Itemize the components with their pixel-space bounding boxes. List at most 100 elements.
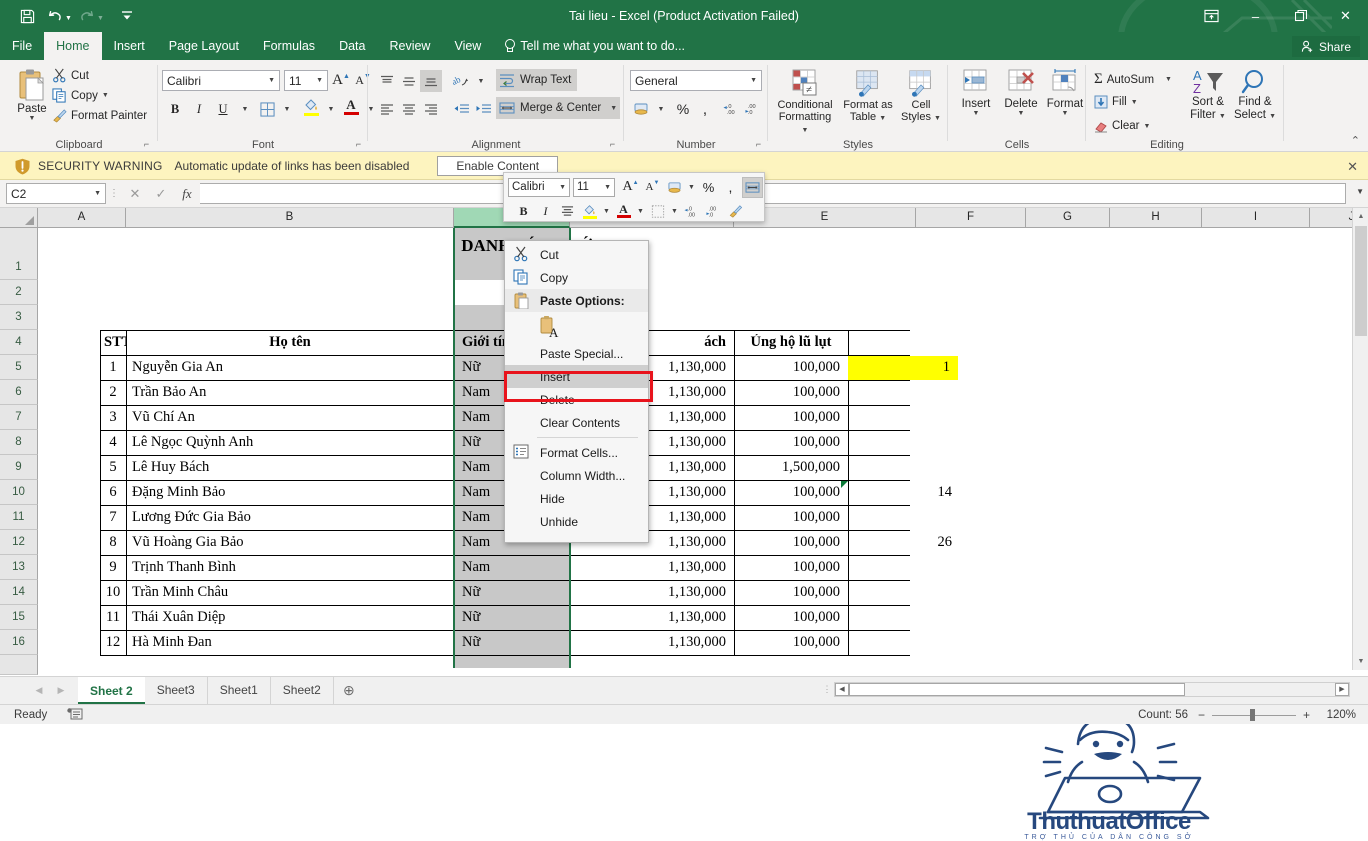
increase-font-size-button[interactable]: A ▲	[330, 69, 352, 91]
accounting-format-button[interactable]	[630, 98, 652, 120]
cell-gender[interactable]: Nam	[458, 559, 568, 576]
ribbon-display-options-icon[interactable]	[1189, 0, 1233, 32]
clear-button[interactable]: Clear ▼	[1094, 119, 1150, 133]
cell-stt[interactable]: 6	[100, 484, 126, 501]
sheet-tab-sheet2[interactable]: Sheet2	[271, 677, 334, 704]
cell-gender[interactable]: Nữ	[458, 609, 568, 626]
scroll-down-button[interactable]: ▼	[1353, 653, 1368, 670]
context-menu-item-hide[interactable]: Hide	[505, 487, 648, 510]
mini-font-size-caret[interactable]: ▼	[604, 184, 611, 191]
context-menu-item-delete[interactable]: Delete	[505, 388, 648, 411]
next-sheet-button[interactable]: ▶	[50, 680, 72, 702]
context-menu-item-insert[interactable]: Insert	[505, 365, 648, 388]
cell-name[interactable]: Lê Ngọc Quỳnh Anh	[128, 434, 454, 451]
row-header-12[interactable]: 12	[0, 530, 38, 555]
conditional-formatting-caret[interactable]: ▼	[802, 127, 809, 134]
save-icon[interactable]	[14, 4, 40, 28]
zoom-thumb[interactable]	[1250, 709, 1255, 721]
mini-font-color-button[interactable]: A	[613, 201, 634, 222]
cell-stt[interactable]: 4	[100, 434, 126, 451]
cell-donation[interactable]: 100,000	[734, 434, 844, 451]
expand-formula-bar-icon[interactable]: ▼	[1356, 187, 1364, 196]
tab-home[interactable]: Home	[44, 32, 102, 60]
tab-formulas[interactable]: Formulas	[251, 32, 327, 60]
scroll-up-button[interactable]: ▲	[1353, 208, 1368, 225]
fill-caret[interactable]: ▼	[1131, 99, 1138, 106]
mini-decrease-font-size-button[interactable]: A ▼	[642, 177, 663, 198]
cell-donation[interactable]: 100,000	[734, 509, 844, 526]
cell-stt[interactable]: 11	[100, 609, 126, 626]
row-header-6[interactable]: 6	[0, 380, 38, 405]
row-header-3[interactable]: 3	[0, 305, 38, 330]
cell-stt[interactable]: 12	[100, 634, 126, 651]
row-header-10[interactable]: 10	[0, 480, 38, 505]
close-button[interactable]: ✕	[1323, 0, 1368, 32]
autosum-button[interactable]: Σ AutoSum ▼	[1094, 71, 1172, 88]
tab-review[interactable]: Review	[377, 32, 442, 60]
name-box-caret[interactable]: ▼	[94, 190, 101, 197]
column-header-f[interactable]: F	[916, 208, 1026, 228]
column-header-g[interactable]: G	[1026, 208, 1110, 228]
wrap-text-button[interactable]: Wrap Text	[496, 69, 578, 91]
context-menu-item-paste-special[interactable]: Paste Special...	[505, 342, 648, 365]
cell-stt[interactable]: 2	[100, 384, 126, 401]
sort-filter-caret[interactable]: ▼	[1219, 113, 1226, 120]
row-header-8[interactable]: 8	[0, 430, 38, 455]
orientation-dropdown-caret[interactable]: ▼	[470, 70, 492, 92]
cell-donation[interactable]: 100,000	[734, 409, 844, 426]
cell-gender[interactable]: Nữ	[458, 634, 568, 651]
row-header-7[interactable]: 7	[0, 405, 38, 430]
cell-donation[interactable]: 100,000	[734, 484, 844, 501]
close-security-bar-icon[interactable]: ✕	[1347, 159, 1358, 175]
fill-color-button[interactable]	[300, 96, 322, 118]
context-menu-item-cut[interactable]: Cut	[505, 243, 648, 266]
cell-donation[interactable]: 100,000	[734, 584, 844, 601]
row-header-5[interactable]: 5	[0, 355, 38, 380]
cell-stt[interactable]: 1	[100, 359, 126, 376]
cell-name[interactable]: Hà Minh Đan	[128, 634, 454, 651]
merge-center-dropdown-caret[interactable]: ▼	[606, 105, 617, 112]
orientation-button[interactable]: ab	[450, 70, 472, 92]
cell-name[interactable]: Vũ Chí An	[128, 409, 454, 426]
row-header-17[interactable]	[0, 655, 38, 675]
cell-donation[interactable]: 1,500,000	[734, 459, 844, 476]
cell-name[interactable]: Đặng Minh Bảo	[128, 484, 454, 501]
cell-name[interactable]: Trần Bảo An	[128, 384, 454, 401]
mini-italic-button[interactable]: I	[535, 201, 556, 222]
mini-borders-caret[interactable]: ▼	[669, 201, 680, 222]
collapse-ribbon-button[interactable]: ⌃	[1351, 134, 1360, 147]
insert-cells-caret[interactable]: ▼	[973, 110, 980, 117]
cancel-icon[interactable]: ✕	[122, 183, 148, 205]
vertical-scrollbar[interactable]: ▲ ▼	[1352, 208, 1368, 670]
mini-increase-font-size-button[interactable]: A ▲	[620, 177, 641, 198]
cell-name[interactable]: Lương Đức Gia Bảo	[128, 509, 454, 526]
context-menu-item-unhide[interactable]: Unhide	[505, 510, 648, 533]
bold-button[interactable]: B	[164, 98, 186, 120]
row-header-14[interactable]: 14	[0, 580, 38, 605]
cell-name[interactable]: Nguyễn Gia An	[128, 359, 454, 376]
previous-sheet-button[interactable]: ◀	[28, 680, 50, 702]
record-macro-icon[interactable]	[67, 708, 83, 721]
zoom-level[interactable]: 120%	[1320, 709, 1360, 721]
font-name-combo[interactable]: Calibri ▼	[162, 70, 280, 91]
horizontal-scrollbar[interactable]: ◀ ▶	[834, 681, 1350, 697]
cell-name[interactable]: Lê Huy Bách	[128, 459, 454, 476]
mini-percent-button[interactable]: %	[698, 177, 719, 198]
delete-cells-button[interactable]: Delete ▼	[1000, 68, 1042, 117]
context-menu-item-clear-contents[interactable]: Clear Contents	[505, 411, 648, 434]
paste-button[interactable]: Paste ▼	[8, 68, 56, 122]
mini-font-name-combo[interactable]: Calibri ▼	[508, 177, 570, 197]
customize-quick-access-toolbar-icon[interactable]	[114, 4, 140, 28]
mini-merge-center-button[interactable]	[742, 176, 763, 198]
cell-scholarship[interactable]: 1,130,000	[570, 634, 730, 651]
vertical-scroll-thumb[interactable]	[1355, 226, 1367, 336]
cut-button[interactable]: Cut	[52, 68, 147, 83]
insert-function-icon[interactable]: fx	[174, 183, 200, 205]
tell-me-box[interactable]: Tell me what you want to do...	[493, 32, 695, 60]
cell-stt[interactable]: 7	[100, 509, 126, 526]
underline-button[interactable]: U	[212, 98, 234, 120]
cell-donation[interactable]: 100,000	[734, 359, 844, 376]
scroll-left-button[interactable]: ◀	[835, 682, 849, 696]
cell-stt[interactable]: 9	[100, 559, 126, 576]
paste-values-icon[interactable]: A	[537, 314, 563, 340]
